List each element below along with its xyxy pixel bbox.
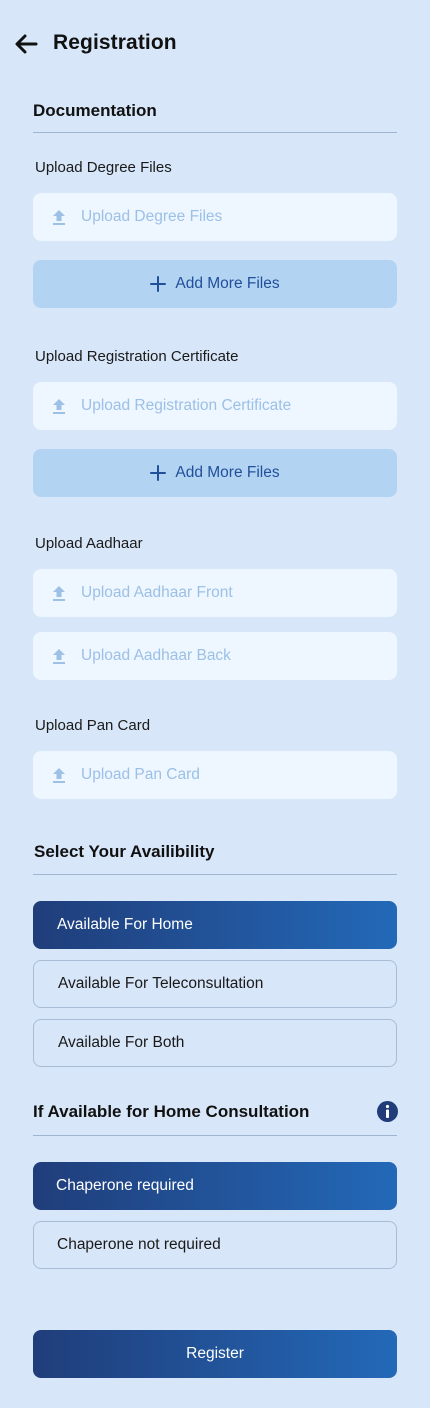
plus-icon [150, 276, 167, 292]
upload-icon [51, 766, 67, 784]
upload-icon [51, 647, 67, 665]
pan-card-label: Upload Pan Card [35, 717, 151, 734]
availability-option-both[interactable]: Available For Both [33, 1019, 397, 1067]
back-button[interactable] [12, 32, 40, 56]
degree-files-label: Upload Degree Files [35, 159, 172, 176]
upload-icon [51, 584, 67, 602]
arrow-left-icon [15, 34, 38, 54]
upload-icon [51, 208, 67, 226]
chaperone-not-required-option[interactable]: Chaperone not required [33, 1221, 397, 1269]
divider [33, 1135, 397, 1136]
documentation-heading: Documentation [33, 101, 157, 120]
degree-files-placeholder: Upload Degree Files [81, 208, 223, 225]
chaperone-required-option[interactable]: Chaperone required [33, 1162, 397, 1210]
availability-option-teleconsultation[interactable]: Available For Teleconsultation [33, 960, 397, 1008]
aadhaar-front-placeholder: Upload Aadhaar Front [81, 584, 233, 601]
divider [33, 874, 397, 875]
availability-heading: Select Your Availibility [34, 842, 215, 861]
add-more-degree-files-button[interactable]: Add More Files [33, 260, 397, 308]
home-consultation-heading: If Available for Home Consultation [33, 1102, 310, 1121]
add-more-label: Add More Files [175, 464, 280, 481]
registration-certificate-placeholder: Upload Registration Certificate [81, 397, 292, 414]
aadhaar-back-placeholder: Upload Aadhaar Back [81, 647, 231, 664]
aadhaar-label: Upload Aadhaar [35, 535, 143, 552]
availability-option-home[interactable]: Available For Home [33, 901, 397, 949]
app-header: Registration [0, 22, 430, 64]
pan-card-placeholder: Upload Pan Card [81, 766, 200, 783]
add-more-registration-files-button[interactable]: Add More Files [33, 449, 397, 497]
aadhaar-front-upload[interactable]: Upload Aadhaar Front [33, 569, 397, 617]
plus-icon [150, 465, 167, 481]
degree-files-upload[interactable]: Upload Degree Files [33, 193, 397, 241]
info-icon[interactable] [377, 1101, 398, 1122]
divider [33, 132, 397, 133]
aadhaar-back-upload[interactable]: Upload Aadhaar Back [33, 632, 397, 680]
pan-card-upload[interactable]: Upload Pan Card [33, 751, 397, 799]
upload-icon [51, 397, 67, 415]
registration-certificate-upload[interactable]: Upload Registration Certificate [33, 382, 397, 430]
add-more-label: Add More Files [175, 275, 280, 292]
registration-certificate-label: Upload Registration Certificate [35, 348, 239, 365]
register-button[interactable]: Register [33, 1330, 397, 1378]
page-title: Registration [53, 31, 177, 54]
